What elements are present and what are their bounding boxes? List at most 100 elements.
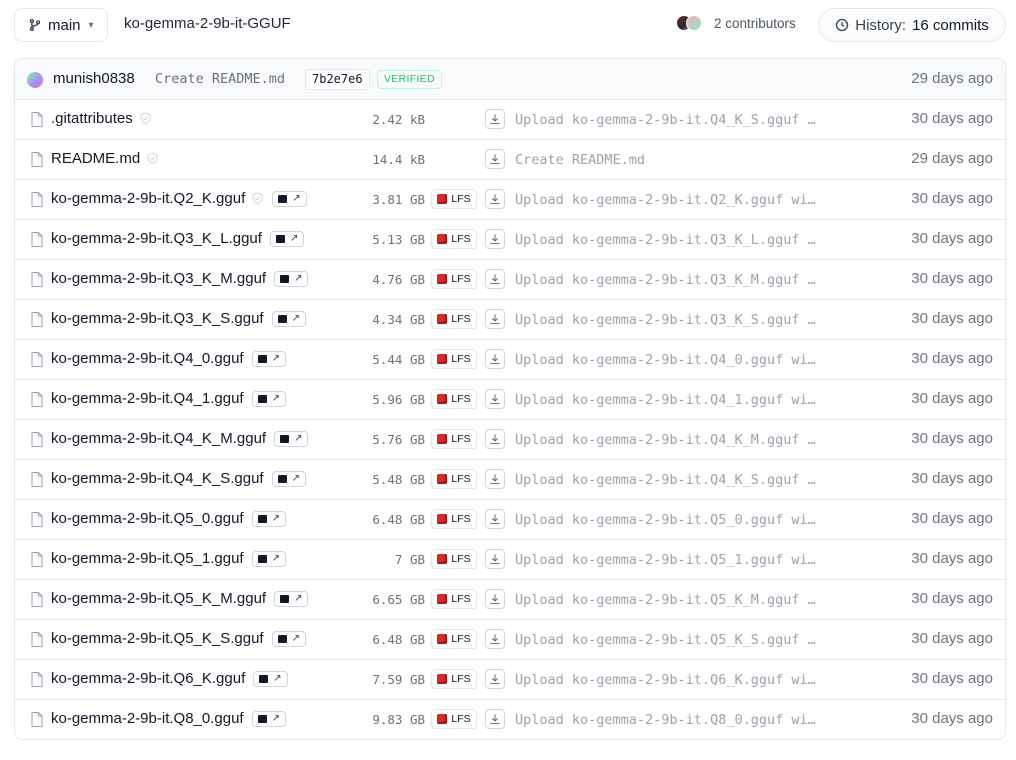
verified-badge: VERIFIED [377,70,442,89]
chevron-down-icon: ▾ [88,19,94,31]
contributors-link[interactable]: 2 contributors [676,15,796,31]
file-commit-message[interactable]: Upload ko-gemma-2-9b-it.Q4_K_S.gguf … [515,472,816,488]
download-button[interactable] [485,469,505,489]
file-name-link[interactable]: ko-gemma-2-9b-it.Q6_K.gguf [51,670,245,687]
file-commit-message[interactable]: Upload ko-gemma-2-9b-it.Q4_0.gguf wi… [515,352,816,368]
file-name-link[interactable]: ko-gemma-2-9b-it.Q3_K_L.gguf [51,230,262,247]
gguf-viewer-button[interactable]: ↗ [251,390,286,407]
file-commit-message[interactable]: Upload ko-gemma-2-9b-it.Q5_0.gguf wi… [515,512,816,528]
file-commit-message[interactable]: Upload ko-gemma-2-9b-it.Q3_K_S.gguf … [515,312,816,328]
download-button[interactable] [485,429,505,449]
file-row: ko-gemma-2-9b-it.Q5_0.gguf ↗ 6.48 GB Upl… [15,500,1005,540]
branch-selector-button[interactable]: main ▾ [14,8,108,42]
file-commit-message[interactable]: Upload ko-gemma-2-9b-it.Q5_K_M.gguf … [515,592,816,608]
external-link-icon: ↗ [292,192,301,204]
gguf-viewer-button[interactable]: ↗ [251,510,286,527]
download-button[interactable] [485,149,505,169]
commit-sha[interactable]: 7b2e7e6 [305,69,370,90]
download-button[interactable] [485,549,505,569]
file-commit-message[interactable]: Upload ko-gemma-2-9b-it.Q8_0.gguf wi… [515,712,816,728]
gguf-viewer-icon [277,314,287,323]
file-icon [31,672,43,687]
external-link-icon: ↗ [291,312,300,324]
file-name-link[interactable]: ko-gemma-2-9b-it.Q4_K_S.gguf [51,470,264,487]
file-commit-message[interactable]: Upload ko-gemma-2-9b-it.Q6_K.gguf wi… [515,672,816,688]
gguf-viewer-button[interactable]: ↗ [274,270,309,287]
file-name-link[interactable]: ko-gemma-2-9b-it.Q2_K.gguf [51,190,245,207]
gguf-viewer-button[interactable]: ↗ [271,310,306,327]
download-icon [490,594,500,605]
gguf-viewer-icon [257,554,267,563]
external-link-icon: ↗ [294,432,303,444]
file-name-link[interactable]: ko-gemma-2-9b-it.Q8_0.gguf [51,710,244,727]
file-commit-message[interactable]: Create README.md [515,152,645,168]
shield-check-icon [140,112,151,125]
download-button[interactable] [485,189,505,209]
lfs-label: LFS [451,433,471,445]
download-button[interactable] [485,629,505,649]
gguf-viewer-button[interactable]: ↗ [274,590,309,607]
download-button[interactable] [485,589,505,609]
download-button[interactable] [485,669,505,689]
commit-author[interactable]: munish0838 [53,70,135,87]
download-button[interactable] [485,229,505,249]
gguf-viewer-button[interactable]: ↗ [253,670,288,687]
file-size: 3.81 GB [372,192,425,207]
file-size: 7.59 GB [372,672,425,687]
file-name-link[interactable]: ko-gemma-2-9b-it.Q3_K_M.gguf [51,270,266,287]
file-commit-message[interactable]: Upload ko-gemma-2-9b-it.Q3_K_M.gguf … [515,272,816,288]
file-commit-message[interactable]: Upload ko-gemma-2-9b-it.Q4_K_S.gguf … [515,112,816,128]
gguf-viewer-button[interactable]: ↗ [271,630,306,647]
file-name-link[interactable]: ko-gemma-2-9b-it.Q4_1.gguf [51,390,244,407]
gguf-viewer-button[interactable]: ↗ [272,190,307,207]
file-date: 30 days ago [911,390,993,407]
file-commit-message[interactable]: Upload ko-gemma-2-9b-it.Q5_K_S.gguf … [515,632,816,648]
download-icon [490,474,500,485]
gguf-viewer-button[interactable]: ↗ [271,470,306,487]
file-name-cell: ko-gemma-2-9b-it.Q4_K_M.gguf ↗ [51,430,309,447]
file-commit-message[interactable]: Upload ko-gemma-2-9b-it.Q4_1.gguf wi… [515,392,816,408]
gguf-viewer-button[interactable]: ↗ [251,710,286,727]
file-date: 30 days ago [911,670,993,687]
file-name-link[interactable]: README.md [51,150,140,167]
external-link-icon: ↗ [291,472,300,484]
lfs-label: LFS [451,193,471,205]
download-button[interactable] [485,509,505,529]
download-button[interactable] [485,269,505,289]
file-name-link[interactable]: ko-gemma-2-9b-it.Q4_0.gguf [51,350,244,367]
history-button[interactable]: History: 16 commits [818,8,1006,42]
file-row: ko-gemma-2-9b-it.Q5_K_S.gguf ↗ 6.48 GB U… [15,620,1005,660]
gguf-viewer-button[interactable]: ↗ [274,430,309,447]
gguf-viewer-button[interactable]: ↗ [269,230,305,247]
file-name-cell: ko-gemma-2-9b-it.Q2_K.gguf ↗ [51,190,307,207]
file-name-link[interactable]: ko-gemma-2-9b-it.Q3_K_S.gguf [51,310,264,327]
download-button[interactable] [485,709,505,729]
file-name-link[interactable]: .gitattributes [51,110,133,127]
file-icon [31,512,43,527]
file-commit-message[interactable]: Upload ko-gemma-2-9b-it.Q4_K_M.gguf … [515,432,816,448]
lfs-label: LFS [451,393,471,405]
file-name-link[interactable]: ko-gemma-2-9b-it.Q5_1.gguf [51,550,244,567]
history-label: History: [855,16,907,34]
file-size: 5.44 GB [372,352,425,367]
gguf-viewer-button[interactable]: ↗ [251,350,286,367]
commit-message[interactable]: Create README.md [155,71,285,87]
download-button[interactable] [485,109,505,129]
download-icon [490,394,500,405]
file-name-link[interactable]: ko-gemma-2-9b-it.Q5_K_M.gguf [51,590,266,607]
gguf-viewer-icon [280,274,290,283]
file-commit-message[interactable]: Upload ko-gemma-2-9b-it.Q2_K.gguf wi… [515,192,816,208]
download-icon [490,314,500,325]
download-button[interactable] [485,309,505,329]
download-button[interactable] [485,389,505,409]
file-name-link[interactable]: ko-gemma-2-9b-it.Q4_K_M.gguf [51,430,266,447]
file-commit-message[interactable]: Upload ko-gemma-2-9b-it.Q5_1.gguf wi… [515,552,816,568]
lfs-label: LFS [451,353,471,365]
file-commit-message[interactable]: Upload ko-gemma-2-9b-it.Q3_K_L.gguf … [515,232,816,248]
file-name-cell: ko-gemma-2-9b-it.Q5_K_S.gguf ↗ [51,630,306,647]
gguf-viewer-button[interactable]: ↗ [251,550,286,567]
file-name-link[interactable]: ko-gemma-2-9b-it.Q5_K_S.gguf [51,630,264,647]
download-button[interactable] [485,349,505,369]
file-name-link[interactable]: ko-gemma-2-9b-it.Q5_0.gguf [51,510,244,527]
lfs-label: LFS [451,593,471,605]
